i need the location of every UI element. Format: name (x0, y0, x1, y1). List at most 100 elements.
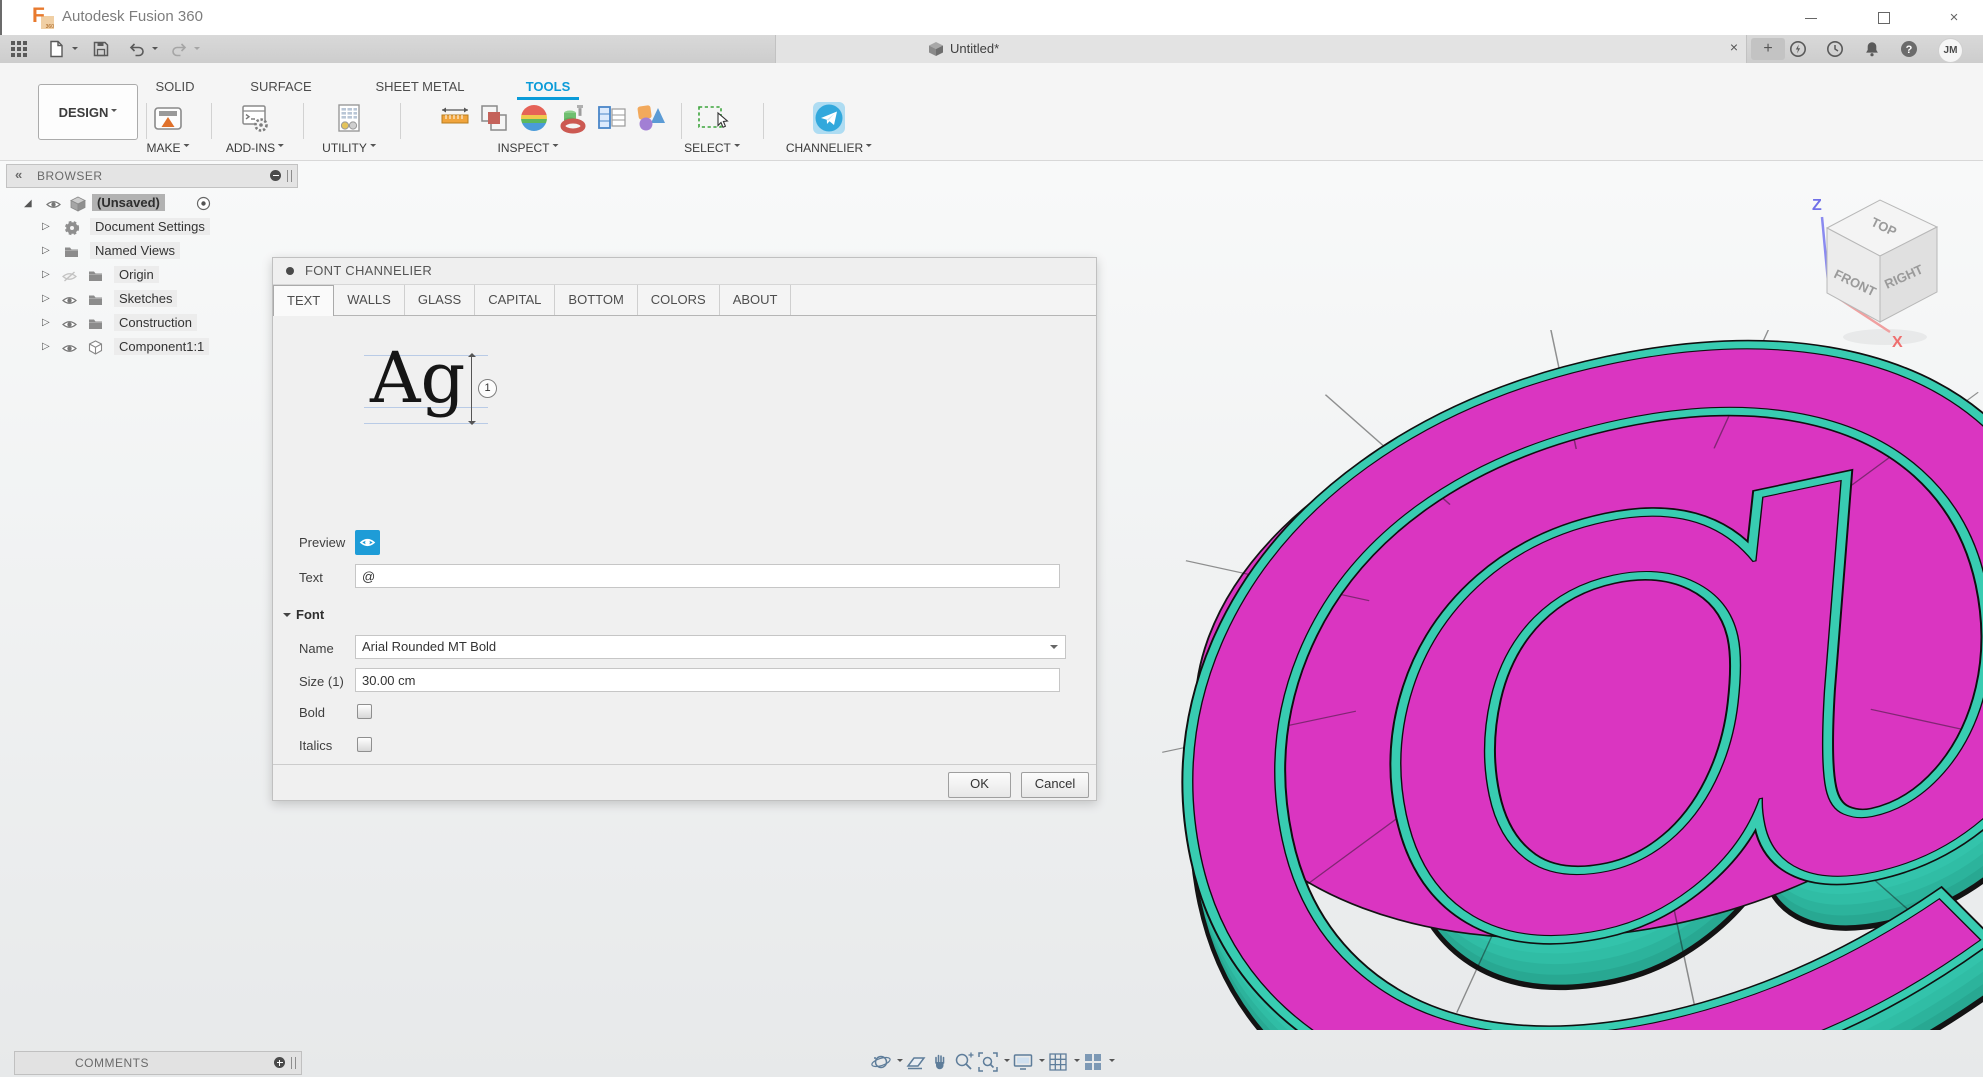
panel-options-icon[interactable] (270, 170, 281, 181)
tree-item-label[interactable]: Document Settings (90, 218, 210, 235)
font-name-select[interactable]: Arial Rounded MT Bold (355, 635, 1066, 659)
tree-row-construction[interactable]: ▷ Construction (6, 312, 298, 336)
interference-icon[interactable] (477, 101, 511, 135)
measure-ruler-icon[interactable] (438, 101, 472, 135)
curvature-analysis-icon[interactable] (517, 101, 551, 135)
undo-icon[interactable] (128, 40, 146, 58)
activate-radio-icon[interactable] (196, 196, 211, 211)
expander-collapsed-icon[interactable]: ▷ (42, 221, 50, 232)
tree-row-component[interactable]: ▷ Component1:1 (6, 336, 298, 360)
ribbon-tab-tools[interactable]: TOOLS (526, 79, 571, 94)
document-tab[interactable]: Untitled* × (775, 35, 1747, 63)
component-table-icon[interactable] (595, 101, 629, 135)
viewports-caret-icon[interactable] (1109, 1059, 1115, 1065)
tree-row-document-settings[interactable]: ▷ Document Settings (6, 216, 298, 240)
utility-spreadsheet-icon[interactable] (332, 101, 366, 135)
maximize-button[interactable] (1868, 9, 1898, 27)
font-section-header[interactable]: Font (283, 607, 324, 622)
app-grid-menu-icon[interactable] (10, 40, 28, 58)
dialog-title-bar[interactable]: FONT CHANNELIER (273, 258, 1096, 285)
orbit-caret-icon[interactable] (897, 1059, 903, 1065)
group-label-make[interactable]: MAKE (146, 141, 190, 155)
zoom-window-caret-icon[interactable] (1004, 1059, 1010, 1065)
clock-icon[interactable] (1826, 40, 1844, 58)
tree-row-sketches[interactable]: ▷ Sketches (6, 288, 298, 312)
expander-collapsed-icon[interactable]: ▷ (42, 245, 50, 256)
display-caret-icon[interactable] (1039, 1059, 1045, 1065)
group-label-add-ins[interactable]: ADD-INS (226, 141, 285, 155)
cancel-button[interactable]: Cancel (1021, 772, 1089, 798)
tree-item-label[interactable]: Component1:1 (114, 338, 210, 355)
job-status-icon[interactable] (1789, 40, 1807, 58)
add-ins-script-icon[interactable] (238, 101, 272, 135)
size-input[interactable] (355, 668, 1060, 692)
group-label-inspect[interactable]: INSPECT (497, 141, 559, 155)
ok-button[interactable]: OK (948, 772, 1011, 798)
expander-collapsed-icon[interactable]: ▷ (42, 293, 50, 304)
group-label-channelier[interactable]: CHANNELIER (786, 141, 873, 155)
tree-item-label[interactable]: Named Views (90, 242, 180, 259)
expander-collapsed-icon[interactable]: ▷ (42, 317, 50, 328)
grid-icon[interactable] (1047, 1051, 1069, 1073)
ribbon-tab-solid[interactable]: SOLID (155, 79, 194, 94)
undo-caret-icon[interactable] (152, 47, 158, 53)
tree-item-label[interactable]: Sketches (114, 290, 178, 307)
dialog-tab-capital[interactable]: CAPITAL (475, 285, 556, 315)
channelier-telegram-icon[interactable] (812, 101, 846, 135)
zoom-window-icon[interactable] (977, 1051, 999, 1073)
text-input[interactable] (355, 564, 1060, 588)
document-tab-close-icon[interactable]: × (1730, 39, 1738, 55)
dialog-tab-colors[interactable]: COLORS (638, 285, 720, 315)
eye-visible-icon[interactable] (62, 319, 77, 330)
bold-checkbox[interactable] (357, 704, 372, 719)
eye-visible-icon[interactable] (62, 295, 77, 306)
display-settings-icon[interactable] (1012, 1051, 1034, 1073)
model-at-sign[interactable]: @ @ @ @ @ @ @ @ (1150, 330, 1983, 1030)
dialog-tab-walls[interactable]: WALLS (334, 285, 405, 315)
ribbon-tab-surface[interactable]: SURFACE (250, 79, 311, 94)
group-label-utility[interactable]: UTILITY (322, 141, 376, 155)
grid-caret-icon[interactable] (1074, 1059, 1080, 1065)
tree-item-label[interactable]: Origin (114, 266, 159, 283)
new-tab-button[interactable]: + (1751, 38, 1785, 60)
collapse-panel-icon[interactable]: « (15, 167, 23, 182)
make-3d-print-icon[interactable] (151, 101, 185, 135)
pan-hand-icon[interactable] (929, 1051, 951, 1073)
view-cube[interactable]: TOP FRONT RIGHT Z X (1770, 185, 1983, 365)
look-at-icon[interactable] (905, 1051, 927, 1073)
close-window-button[interactable]: × (1939, 9, 1969, 27)
expander-expanded-icon[interactable]: ◢ (24, 198, 32, 209)
group-label-select[interactable]: SELECT (684, 141, 740, 155)
comments-panel-header[interactable]: COMMENTS (14, 1051, 302, 1075)
dialog-tab-bottom[interactable]: BOTTOM (555, 285, 638, 315)
root-document-label[interactable]: (Unsaved) (92, 194, 165, 211)
user-avatar[interactable]: JM (1938, 38, 1963, 63)
ribbon-tab-sheet-metal[interactable]: SHEET METAL (375, 79, 464, 94)
tree-row-root[interactable]: ◢ (Unsaved) (6, 192, 298, 216)
browser-panel-header[interactable]: « BROWSER (6, 164, 298, 188)
primitives-shapes-icon[interactable] (633, 101, 667, 135)
minimize-button[interactable] (1796, 9, 1826, 27)
file-menu-caret-icon[interactable] (72, 47, 78, 53)
preview-toggle-button[interactable] (355, 530, 380, 555)
dialog-tab-glass[interactable]: GLASS (405, 285, 476, 315)
notifications-bell-icon[interactable] (1863, 40, 1881, 58)
redo-caret-icon[interactable] (194, 47, 200, 53)
expander-collapsed-icon[interactable]: ▷ (42, 269, 50, 280)
tree-item-label[interactable]: Construction (114, 314, 197, 331)
help-icon[interactable]: ? (1900, 40, 1918, 58)
dialog-tab-about[interactable]: ABOUT (720, 285, 792, 315)
eye-hidden-icon[interactable] (62, 271, 77, 282)
save-icon[interactable] (92, 40, 110, 58)
tree-row-origin[interactable]: ▷ Origin (6, 264, 298, 288)
eye-visible-icon[interactable] (46, 199, 61, 210)
redo-icon[interactable] (170, 40, 188, 58)
italics-checkbox[interactable] (357, 737, 372, 752)
section-analysis-icon[interactable] (557, 101, 591, 135)
orbit-icon[interactable] (870, 1051, 892, 1073)
select-tool-icon[interactable] (695, 101, 729, 135)
dialog-tab-text[interactable]: TEXT (273, 285, 335, 316)
panel-grip-handle[interactable] (287, 170, 292, 182)
zoom-icon[interactable] (953, 1051, 975, 1073)
add-comment-icon[interactable] (274, 1057, 285, 1068)
